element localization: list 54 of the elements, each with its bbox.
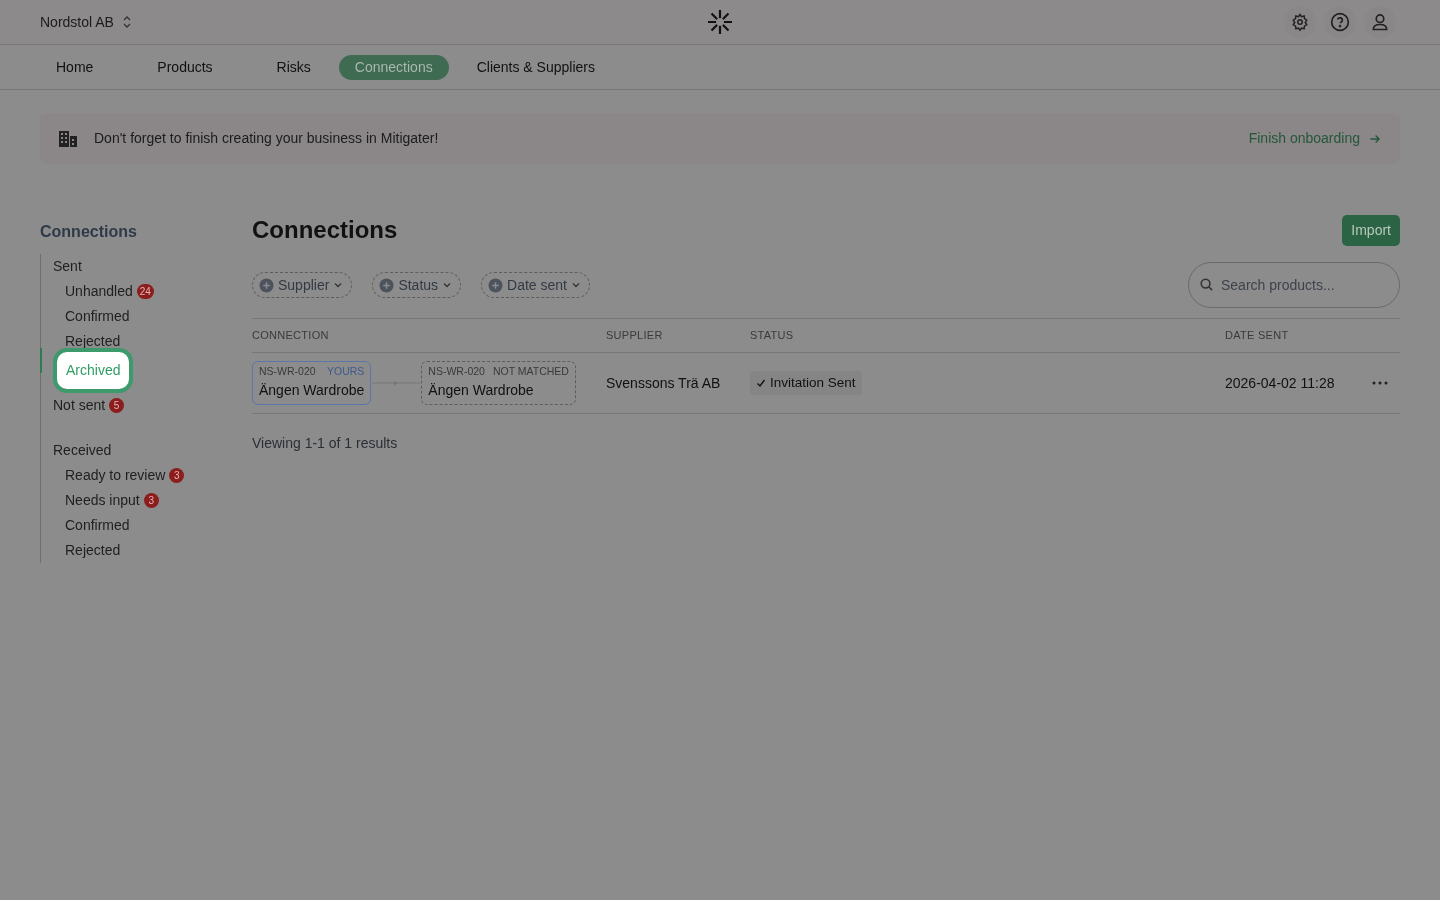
- column-header: DATE SENT: [1225, 328, 1290, 344]
- sidebar-item[interactable]: Ready to review: [65, 465, 166, 486]
- plus-circle-icon: [259, 277, 274, 293]
- sidebar-item[interactable]: Not sent: [53, 395, 106, 416]
- column-header: SUPPLIER: [606, 328, 664, 344]
- sidebar-group-label[interactable]: Sent: [53, 256, 82, 277]
- nav-tab[interactable]: Clients & Suppliers: [460, 54, 611, 80]
- product-code: NS-WR-020: [428, 364, 485, 380]
- sidebar-item[interactable]: Unhandled: [65, 281, 133, 302]
- sidebar-item[interactable]: Needs input: [65, 490, 140, 511]
- product-code: NS-WR-020: [259, 364, 316, 380]
- product-card[interactable]: NS-WR-020 YOURS Ängen Wardrobe: [252, 361, 372, 405]
- organization-name: Nordstol AB: [40, 12, 114, 32]
- plus-circle-icon: [488, 277, 504, 293]
- status-tag: Invitation Sent: [750, 370, 862, 396]
- match-tag: NOT MATCHED: [492, 364, 569, 380]
- count-badge: 3: [169, 468, 185, 483]
- product-name: Ängen Wardrobe: [259, 380, 365, 400]
- sidebar-item[interactable]: Confirmed: [65, 306, 130, 327]
- table-cell-text: 2026-04-02 11:28: [1225, 373, 1336, 393]
- search-field[interactable]: Search products...: [1188, 262, 1400, 308]
- chevron-down-icon: [333, 280, 344, 290]
- sidebar-title: Connections: [40, 222, 138, 242]
- count-badge: 5: [109, 398, 125, 413]
- product-card[interactable]: NS-WR-020 NOT MATCHED Ängen Wardrobe: [421, 361, 576, 405]
- check-icon: [756, 378, 766, 388]
- nav-tab[interactable]: Risks: [260, 54, 327, 80]
- import-button[interactable]: Import: [1342, 214, 1400, 246]
- more-icon[interactable]: [1372, 381, 1388, 385]
- product-name: Ängen Wardrobe: [428, 380, 535, 400]
- count-badge: 24: [136, 284, 154, 299]
- nav-tab[interactable]: Connections: [338, 54, 449, 80]
- count-badge: 3: [143, 493, 159, 508]
- chevron-down-icon: [571, 280, 581, 290]
- logo-icon[interactable]: [707, 9, 733, 35]
- connector-arrow: [371, 379, 422, 387]
- chevron-updown-icon[interactable]: [121, 15, 132, 29]
- results-count: Viewing 1-1 of 1 results: [252, 434, 398, 453]
- nav-tab[interactable]: Home: [40, 54, 110, 80]
- page-title: Connections: [252, 215, 398, 245]
- table-cell-text: Svenssons Trä AB: [606, 373, 722, 393]
- sidebar-item[interactable]: Archived: [53, 348, 134, 393]
- nav-tab[interactable]: Products: [141, 54, 229, 80]
- search-icon: [1199, 277, 1214, 292]
- chevron-down-icon: [442, 280, 453, 290]
- column-header: STATUS: [750, 328, 795, 344]
- banner-message: Don't forget to finish creating your business in Mitigater!: [94, 129, 439, 148]
- plus-circle-icon: [379, 277, 395, 293]
- sidebar-item[interactable]: Rejected: [65, 540, 121, 561]
- sidebar-group-label[interactable]: Received: [53, 440, 112, 461]
- building-icon: [58, 129, 78, 148]
- sidebar-item[interactable]: Confirmed: [65, 515, 130, 536]
- match-tag: YOURS: [327, 364, 365, 380]
- column-header: CONNECTION: [252, 328, 330, 344]
